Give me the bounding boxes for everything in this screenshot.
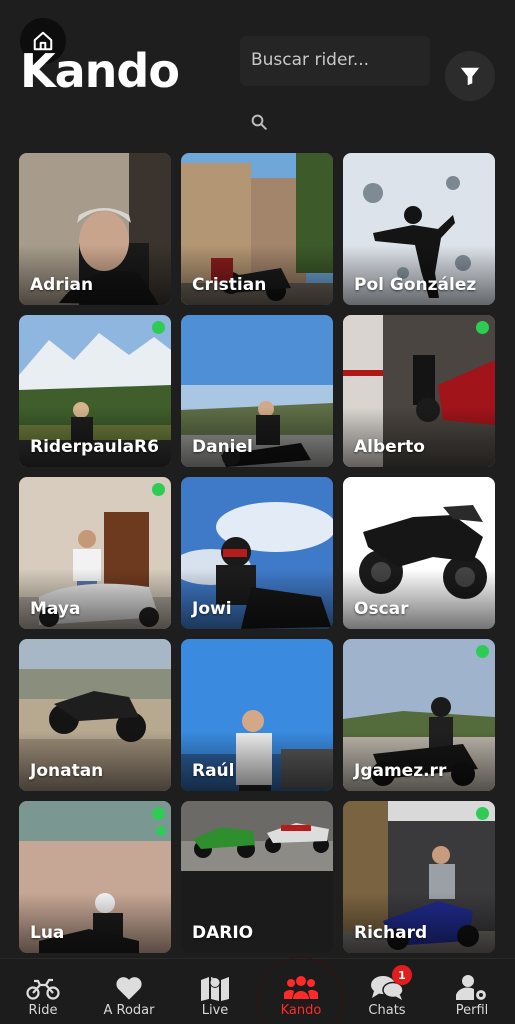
rider-card[interactable]: Richard xyxy=(343,801,495,953)
rider-name: Alberto xyxy=(354,437,425,457)
rider-card[interactable]: Cristian xyxy=(181,153,333,305)
rider-name: Oscar xyxy=(354,599,409,619)
heart-icon xyxy=(116,977,142,1000)
search-input[interactable] xyxy=(251,50,426,70)
nav-item-kando[interactable]: Kando xyxy=(258,959,344,1024)
rider-card[interactable]: Maya xyxy=(19,477,171,629)
rider-name: Daniel xyxy=(192,437,253,457)
search-box[interactable] xyxy=(240,36,430,86)
online-indicator xyxy=(152,807,165,820)
filter-button[interactable] xyxy=(445,51,495,101)
nav-label: Kando xyxy=(280,1003,322,1018)
bottom-nav: Ride A Rodar Live Kando 1 Chats Perfil xyxy=(0,957,515,1024)
rider-card[interactable]: Jowi xyxy=(181,477,333,629)
rider-card[interactable]: Jgamez.rr xyxy=(343,639,495,791)
rider-name: Richard xyxy=(354,923,428,943)
nav-item-live[interactable]: Live xyxy=(172,959,258,1024)
rider-name: Pol González xyxy=(354,275,477,295)
rider-name: Jgamez.rr xyxy=(354,761,447,781)
rider-name: Maya xyxy=(30,599,81,619)
rider-card[interactable]: Oscar xyxy=(343,477,495,629)
rider-card[interactable]: RiderpaulaR6 xyxy=(19,315,171,467)
rider-card[interactable]: Lua xyxy=(19,801,171,953)
nav-label: Live xyxy=(201,1003,229,1018)
rider-grid: Adrian Cristian Pol González RiderpaulaR… xyxy=(19,153,496,953)
online-indicator xyxy=(476,807,489,820)
rider-name: Raúl xyxy=(192,761,235,781)
nav-item-perfil[interactable]: Perfil xyxy=(429,959,515,1024)
rider-card[interactable]: DARIO xyxy=(181,801,333,953)
nav-item-a-rodar[interactable]: A Rodar xyxy=(86,959,172,1024)
online-indicator xyxy=(152,483,165,496)
rider-name: DARIO xyxy=(192,923,254,943)
rider-card[interactable]: Alberto xyxy=(343,315,495,467)
online-indicator xyxy=(476,645,489,658)
user-gear-icon xyxy=(456,975,488,1002)
app-logo: Kando xyxy=(20,44,180,98)
users-icon xyxy=(284,976,318,999)
nav-label: Ride xyxy=(28,1003,58,1018)
nav-label: A Rodar xyxy=(103,1003,155,1018)
search-icon[interactable] xyxy=(250,113,268,131)
nav-item-ride[interactable]: Ride xyxy=(0,959,86,1024)
header: Kando xyxy=(0,0,515,150)
rider-name: Lua xyxy=(30,923,65,943)
rider-card[interactable]: Adrian xyxy=(19,153,171,305)
rider-card[interactable]: Daniel xyxy=(181,315,333,467)
nav-label: Perfil xyxy=(455,1003,489,1018)
rider-name: Adrian xyxy=(30,275,94,295)
rider-card[interactable]: Jonatan xyxy=(19,639,171,791)
nav-label: Chats xyxy=(368,1003,406,1018)
rider-card[interactable]: Pol González xyxy=(343,153,495,305)
nav-item-chats[interactable]: 1 Chats xyxy=(344,959,430,1024)
filter-icon xyxy=(460,67,480,86)
rider-name: RiderpaulaR6 xyxy=(30,437,159,457)
rider-name: Jowi xyxy=(192,599,232,619)
rider-name: Cristian xyxy=(192,275,267,295)
motorcycle-icon xyxy=(26,978,60,1000)
map-pin-icon xyxy=(201,977,229,1001)
online-indicator xyxy=(152,321,165,334)
online-indicator xyxy=(476,321,489,334)
rider-card[interactable]: Raúl xyxy=(181,639,333,791)
rider-name: Jonatan xyxy=(30,761,104,781)
unread-badge: 1 xyxy=(392,965,412,985)
